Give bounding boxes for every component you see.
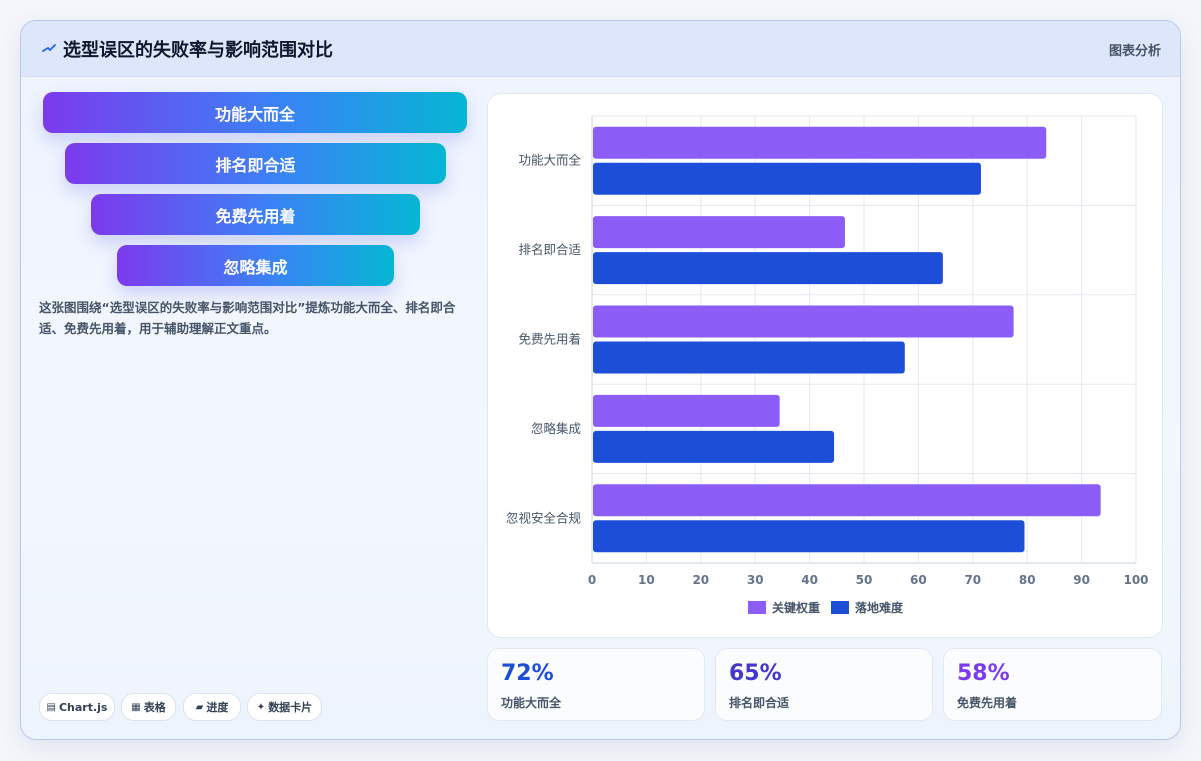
stat-label: 排名即合适: [729, 696, 790, 710]
stat-card-2: 65% 排名即合适: [715, 648, 933, 721]
table-pill[interactable]: ▦ 表格: [121, 693, 176, 721]
chart-analysis-tag: 图表分析: [1108, 44, 1161, 59]
funnel-level-1: 功能大而全: [43, 92, 467, 133]
x-tick-label: 10: [638, 573, 655, 587]
legend-swatch: [831, 601, 849, 614]
bar-difficulty: [593, 430, 835, 463]
bar-difficulty: [593, 341, 905, 374]
x-tick-label: 0: [588, 573, 596, 587]
x-tick-label: 50: [856, 573, 873, 587]
stat-label: 功能大而全: [501, 696, 562, 710]
bar-key-weight: [593, 126, 1047, 159]
stat-value: 72%: [501, 661, 554, 686]
y-category-label: 忽视安全合规: [506, 510, 581, 525]
stat-value: 65%: [729, 661, 782, 686]
legend-swatch: [748, 601, 766, 614]
stat-value: 58%: [957, 661, 1010, 686]
funnel-level-4: 忽略集成: [117, 245, 394, 286]
y-category-label: 免费先用着: [518, 332, 581, 347]
chart-description: 这张图围绕“选型误区的失败率与影响范围对比”提炼功能大而全、排名即合适、免费先用…: [39, 300, 456, 336]
x-tick-label: 100: [1123, 573, 1148, 587]
bar-difficulty: [593, 252, 943, 285]
bar-key-weight: [593, 484, 1101, 517]
page-title: 选型误区的失败率与影响范围对比: [63, 40, 333, 61]
y-category-label: 忽略集成: [531, 421, 581, 436]
stat-card-3: 58% 免费先用着: [943, 648, 1162, 721]
bar-difficulty: [593, 520, 1025, 553]
x-tick-label: 70: [964, 573, 981, 587]
x-tick-label: 90: [1073, 573, 1090, 587]
chart-panel: 0 10 20 30 40 50 60 70 80 90 100 功能大而全排名即合适免费先用着忽略集…: [487, 93, 1163, 638]
bar-key-weight: [593, 216, 845, 249]
bar-key-weight: [593, 394, 780, 427]
chart-icon: ▤: [46, 701, 56, 713]
progress-pill[interactable]: ▰ 进度: [183, 693, 241, 721]
stat-label: 免费先用着: [957, 696, 1018, 710]
legend-label: 落地难度: [855, 600, 904, 615]
x-tick-label: 30: [747, 573, 764, 587]
x-tick-label: 40: [801, 573, 818, 587]
y-category-label: 排名即合适: [518, 242, 581, 257]
funnel-level-3: 免费先用着: [91, 194, 420, 235]
main-card: 选型误区的失败率与影响范围对比 图表分析 功能大而全 排名即合适 免费先用着 忽…: [20, 20, 1181, 740]
funnel-level-2: 排名即合适: [65, 143, 446, 184]
stat-card-1: 72% 功能大而全: [487, 648, 705, 721]
y-category-label: 功能大而全: [518, 153, 581, 168]
x-tick-label: 80: [1019, 573, 1036, 587]
data-card-pill[interactable]: ✦ 数据卡片: [247, 693, 322, 721]
x-tick-label: 60: [910, 573, 927, 587]
bar-chart: 0 10 20 30 40 50 60 70 80 90 100 功能大而全排名即合适免费先用着忽略集…: [506, 115, 1149, 615]
chartjs-pill[interactable]: ▤ Chart.js: [39, 693, 115, 721]
sparkle-icon: ✦: [256, 701, 266, 713]
table-icon: ▦: [131, 701, 141, 713]
header: 选型误区的失败率与影响范围对比 图表分析: [21, 21, 1180, 77]
bar-difficulty: [593, 162, 981, 195]
bar-key-weight: [593, 305, 1014, 338]
progress-icon: ▰: [195, 701, 204, 713]
x-tick-label: 20: [692, 573, 709, 587]
chart-logo-icon: [42, 44, 56, 52]
legend-label: 关键权重: [772, 600, 820, 615]
